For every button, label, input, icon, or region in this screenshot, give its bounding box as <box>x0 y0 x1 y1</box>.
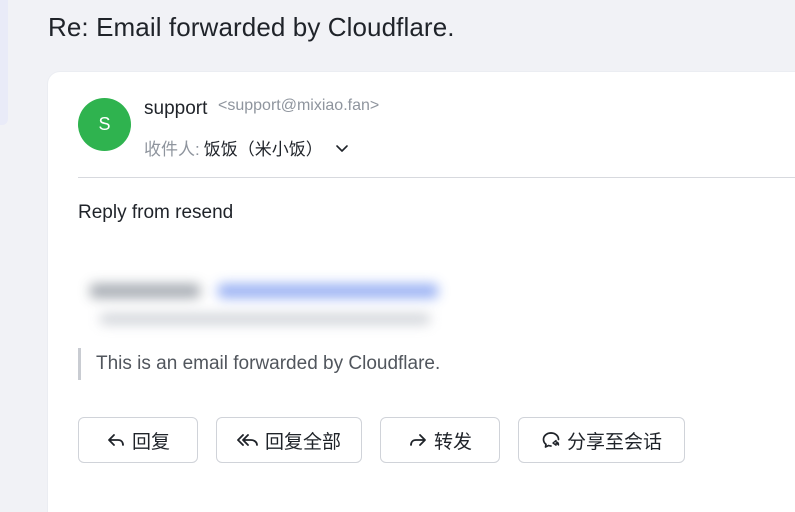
reply-all-button[interactable]: 回复全部 <box>216 417 362 463</box>
reply-icon <box>108 434 124 446</box>
sidebar-edge <box>0 0 8 125</box>
chevron-down-icon[interactable] <box>335 141 349 155</box>
share-to-chat-button[interactable]: 分享至会话 <box>518 417 685 463</box>
reply-all-icon <box>237 434 258 446</box>
reply-all-label: 回复全部 <box>264 431 341 453</box>
share-to-chat-label: 分享至会话 <box>566 431 662 453</box>
quoted-text: This is an email forwarded by Cloudflare… <box>96 353 441 374</box>
action-bar: 回复 回复全部 转发 分享至会话 <box>78 417 703 463</box>
forward-label: 转发 <box>433 431 472 453</box>
email-subject: Re: Email forwarded by Cloudflare. <box>48 12 455 42</box>
forward-button[interactable]: 转发 <box>380 417 500 463</box>
recipient-name[interactable]: 饭饭（米小饭） <box>204 135 323 160</box>
quoted-message: This is an email forwarded by Cloudflare… <box>78 348 440 380</box>
header-divider <box>78 177 795 178</box>
email-body-text: Reply from resend <box>78 202 234 223</box>
recipients-row: 收件人: 饭饭（米小饭） <box>144 135 349 160</box>
share-chat-icon <box>542 432 560 448</box>
sender-name[interactable]: support <box>144 98 207 120</box>
reply-button[interactable]: 回复 <box>78 417 198 463</box>
avatar[interactable]: S <box>78 98 131 151</box>
reply-label: 回复 <box>131 431 170 453</box>
blurred-quote-header <box>90 284 445 336</box>
recipients-label: 收件人: <box>144 140 200 159</box>
email-card: S support <support@mixiao.fan> 收件人: 饭饭（米… <box>48 72 795 512</box>
forward-icon <box>410 434 426 446</box>
sender-email[interactable]: <support@mixiao.fan> <box>218 97 379 115</box>
